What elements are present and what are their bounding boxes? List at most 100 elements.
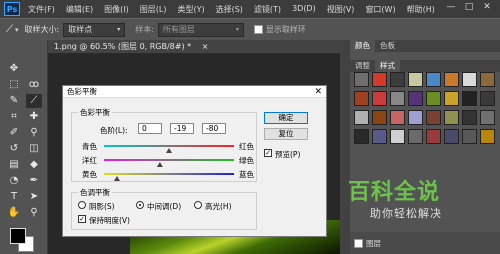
foreground-color-swatch[interactable] — [10, 228, 26, 244]
dialog-titlebar[interactable]: 色彩平衡 ✕ — [63, 86, 326, 98]
stamp-tool-icon[interactable]: ⚲ — [26, 126, 42, 140]
style-swatch[interactable] — [390, 72, 405, 87]
quick-select-tool-icon[interactable]: ✎ — [6, 94, 22, 108]
slider-label-green: 绿色 — [239, 156, 254, 165]
sample-label: 样本: — [135, 25, 154, 34]
style-swatch[interactable] — [408, 72, 423, 87]
style-swatch[interactable] — [408, 91, 423, 106]
tab-color[interactable]: 颜色 — [350, 40, 375, 52]
crop-tool-icon[interactable]: ⌗ — [6, 110, 22, 124]
style-swatch[interactable] — [480, 72, 495, 87]
close-button[interactable]: ✕ — [478, 2, 496, 12]
ok-button[interactable]: 确定 — [264, 112, 308, 124]
style-swatch[interactable] — [354, 72, 369, 87]
slider-thumb-cyan-red[interactable] — [166, 148, 172, 153]
gradient-tool-icon[interactable]: ▤ — [6, 158, 22, 172]
level-input-magenta-green[interactable]: -19 — [170, 123, 194, 134]
type-tool-icon[interactable]: T — [6, 190, 22, 204]
slider-thumb-magenta-green[interactable] — [156, 162, 163, 167]
style-swatch[interactable] — [372, 72, 387, 87]
healing-tool-icon[interactable]: ✚ — [26, 110, 42, 124]
menu-layer[interactable]: 图层(L) — [140, 4, 167, 15]
zoom-tool-icon[interactable]: ⚲ — [26, 206, 42, 220]
style-swatch[interactable] — [408, 110, 423, 125]
radio-midtones[interactable] — [136, 201, 144, 209]
style-swatch[interactable] — [354, 110, 369, 125]
preserve-luminosity-checkbox[interactable]: ✓ — [78, 215, 86, 223]
menu-file[interactable]: 文件(F) — [28, 4, 55, 15]
slider-thumb-yellow-blue[interactable] — [114, 176, 120, 181]
style-swatch[interactable] — [426, 91, 441, 106]
style-swatch[interactable] — [372, 110, 387, 125]
tab-swatches[interactable]: 色板 — [375, 40, 400, 52]
move-tool-icon[interactable]: ✥ — [6, 62, 22, 76]
level-input-cyan-red[interactable]: 0 — [138, 123, 162, 134]
tool-preset-chevron-icon[interactable]: ▾ — [15, 26, 19, 34]
style-swatch[interactable] — [426, 110, 441, 125]
menu-edit[interactable]: 编辑(E) — [66, 4, 93, 15]
style-swatch[interactable] — [444, 129, 459, 144]
style-swatch[interactable] — [444, 72, 459, 87]
menu-list: 文件(F) 编辑(E) 图像(I) 图层(L) 类型(Y) 选择(S) 滤镜(T… — [28, 4, 446, 15]
menu-image[interactable]: 图像(I) — [104, 4, 129, 15]
menu-select[interactable]: 选择(S) — [216, 4, 243, 15]
close-icon[interactable]: × — [202, 42, 209, 51]
style-swatch[interactable] — [390, 129, 405, 144]
style-swatch[interactable] — [372, 129, 387, 144]
menu-help[interactable]: 帮助(H) — [407, 4, 435, 15]
maximize-button[interactable]: □ — [460, 2, 478, 12]
eyedropper-tool-icon[interactable]: ⟋ — [26, 94, 42, 108]
style-swatch[interactable] — [372, 91, 387, 106]
slider-label-blue: 蓝色 — [239, 170, 254, 179]
style-swatch[interactable] — [480, 91, 495, 106]
eraser-tool-icon[interactable]: ◫ — [26, 142, 42, 156]
style-swatch[interactable] — [462, 72, 477, 87]
menu-window[interactable]: 窗口(W) — [365, 4, 395, 15]
style-swatch[interactable] — [390, 91, 405, 106]
menu-3d[interactable]: 3D(D) — [292, 4, 316, 15]
show-ring-checkbox[interactable] — [253, 25, 263, 34]
sample-size-select[interactable]: 取样点 ▾ — [63, 22, 126, 37]
history-brush-icon[interactable]: ↺ — [6, 142, 22, 156]
style-swatch[interactable] — [480, 129, 495, 144]
tab-styles[interactable]: 样式 — [375, 60, 400, 72]
pen-tool-icon[interactable]: ✒ — [26, 174, 42, 188]
style-swatch[interactable] — [354, 129, 369, 144]
style-swatch[interactable] — [444, 110, 459, 125]
style-swatch[interactable] — [354, 91, 369, 106]
hand-tool-icon[interactable]: ✋ — [6, 206, 22, 220]
reset-button[interactable]: 复位 — [264, 128, 308, 140]
eyedropper-icon[interactable]: ⟋ — [6, 24, 13, 35]
layers-checkbox[interactable] — [354, 238, 363, 248]
style-swatch[interactable] — [444, 91, 459, 106]
preview-checkbox[interactable]: ✓ — [264, 149, 272, 157]
style-swatch[interactable] — [462, 129, 477, 144]
menu-view[interactable]: 视图(V) — [327, 4, 355, 15]
path-select-tool-icon[interactable]: ➤ — [26, 190, 42, 204]
brush-tool-icon[interactable]: ✐ — [6, 126, 22, 140]
style-swatch[interactable] — [426, 129, 441, 144]
radio-shadows[interactable] — [78, 201, 86, 209]
style-swatch[interactable] — [480, 110, 495, 125]
level-input-yellow-blue[interactable]: -80 — [202, 123, 226, 134]
minimize-button[interactable]: — — [442, 2, 460, 12]
style-swatch[interactable] — [462, 110, 477, 125]
marquee-tool-icon[interactable]: ⬚ — [6, 78, 22, 92]
sample-select[interactable]: 所有图层 ▾ — [157, 22, 244, 37]
lasso-tool-icon[interactable]: ꝏ — [26, 78, 42, 92]
dodge-tool-icon[interactable]: ◔ — [6, 174, 22, 188]
menu-type[interactable]: 类型(Y) — [177, 4, 204, 15]
style-swatch[interactable] — [408, 129, 423, 144]
menu-bar: Ps 文件(F) 编辑(E) 图像(I) 图层(L) 类型(Y) 选择(S) 滤… — [0, 0, 500, 18]
chevron-down-icon: ▾ — [235, 26, 239, 33]
style-swatch[interactable] — [390, 110, 405, 125]
style-swatch[interactable] — [426, 72, 441, 87]
sample-size-value: 取样点 — [68, 25, 93, 34]
dialog-close-icon[interactable]: ✕ — [314, 86, 322, 98]
tab-adjustments[interactable]: 调整 — [350, 60, 375, 72]
radio-highlights[interactable] — [194, 201, 202, 209]
style-swatch[interactable] — [462, 91, 477, 106]
document-tab[interactable]: 1.png @ 60.5% (图层 0, RGB/8#) * × — [48, 40, 340, 54]
menu-filter[interactable]: 滤镜(T) — [254, 4, 281, 15]
blur-tool-icon[interactable]: ◆ — [26, 158, 42, 172]
